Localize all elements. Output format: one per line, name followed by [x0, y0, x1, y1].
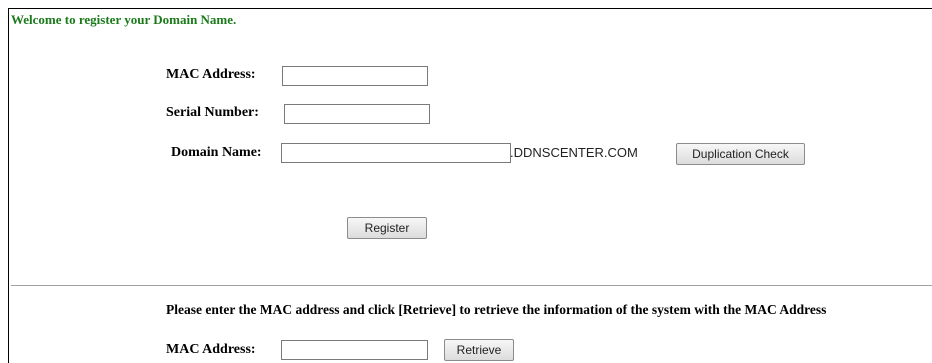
mac-address-label: MAC Address:: [166, 67, 256, 82]
domain-name-input[interactable]: [281, 143, 511, 163]
section-divider: [11, 285, 932, 286]
serial-number-label: Serial Number:: [166, 105, 259, 120]
domain-name-label: Domain Name:: [171, 145, 262, 160]
retrieve-mac-address-label: MAC Address:: [166, 342, 256, 357]
register-button[interactable]: Register: [347, 217, 427, 239]
frame-left-border: [8, 8, 9, 363]
serial-number-input[interactable]: [284, 104, 430, 124]
welcome-heading: Welcome to register your Domain Name.: [11, 12, 237, 27]
domain-suffix-text: .DDNSCENTER.COM: [510, 145, 638, 160]
frame-top-border: [8, 8, 932, 9]
retrieve-button[interactable]: Retrieve: [444, 339, 514, 361]
retrieve-mac-address-input[interactable]: [281, 340, 428, 360]
duplication-check-button[interactable]: Duplication Check: [676, 143, 805, 165]
retrieve-instruction-text: Please enter the MAC address and click […: [166, 302, 827, 317]
mac-address-input[interactable]: [282, 66, 428, 86]
